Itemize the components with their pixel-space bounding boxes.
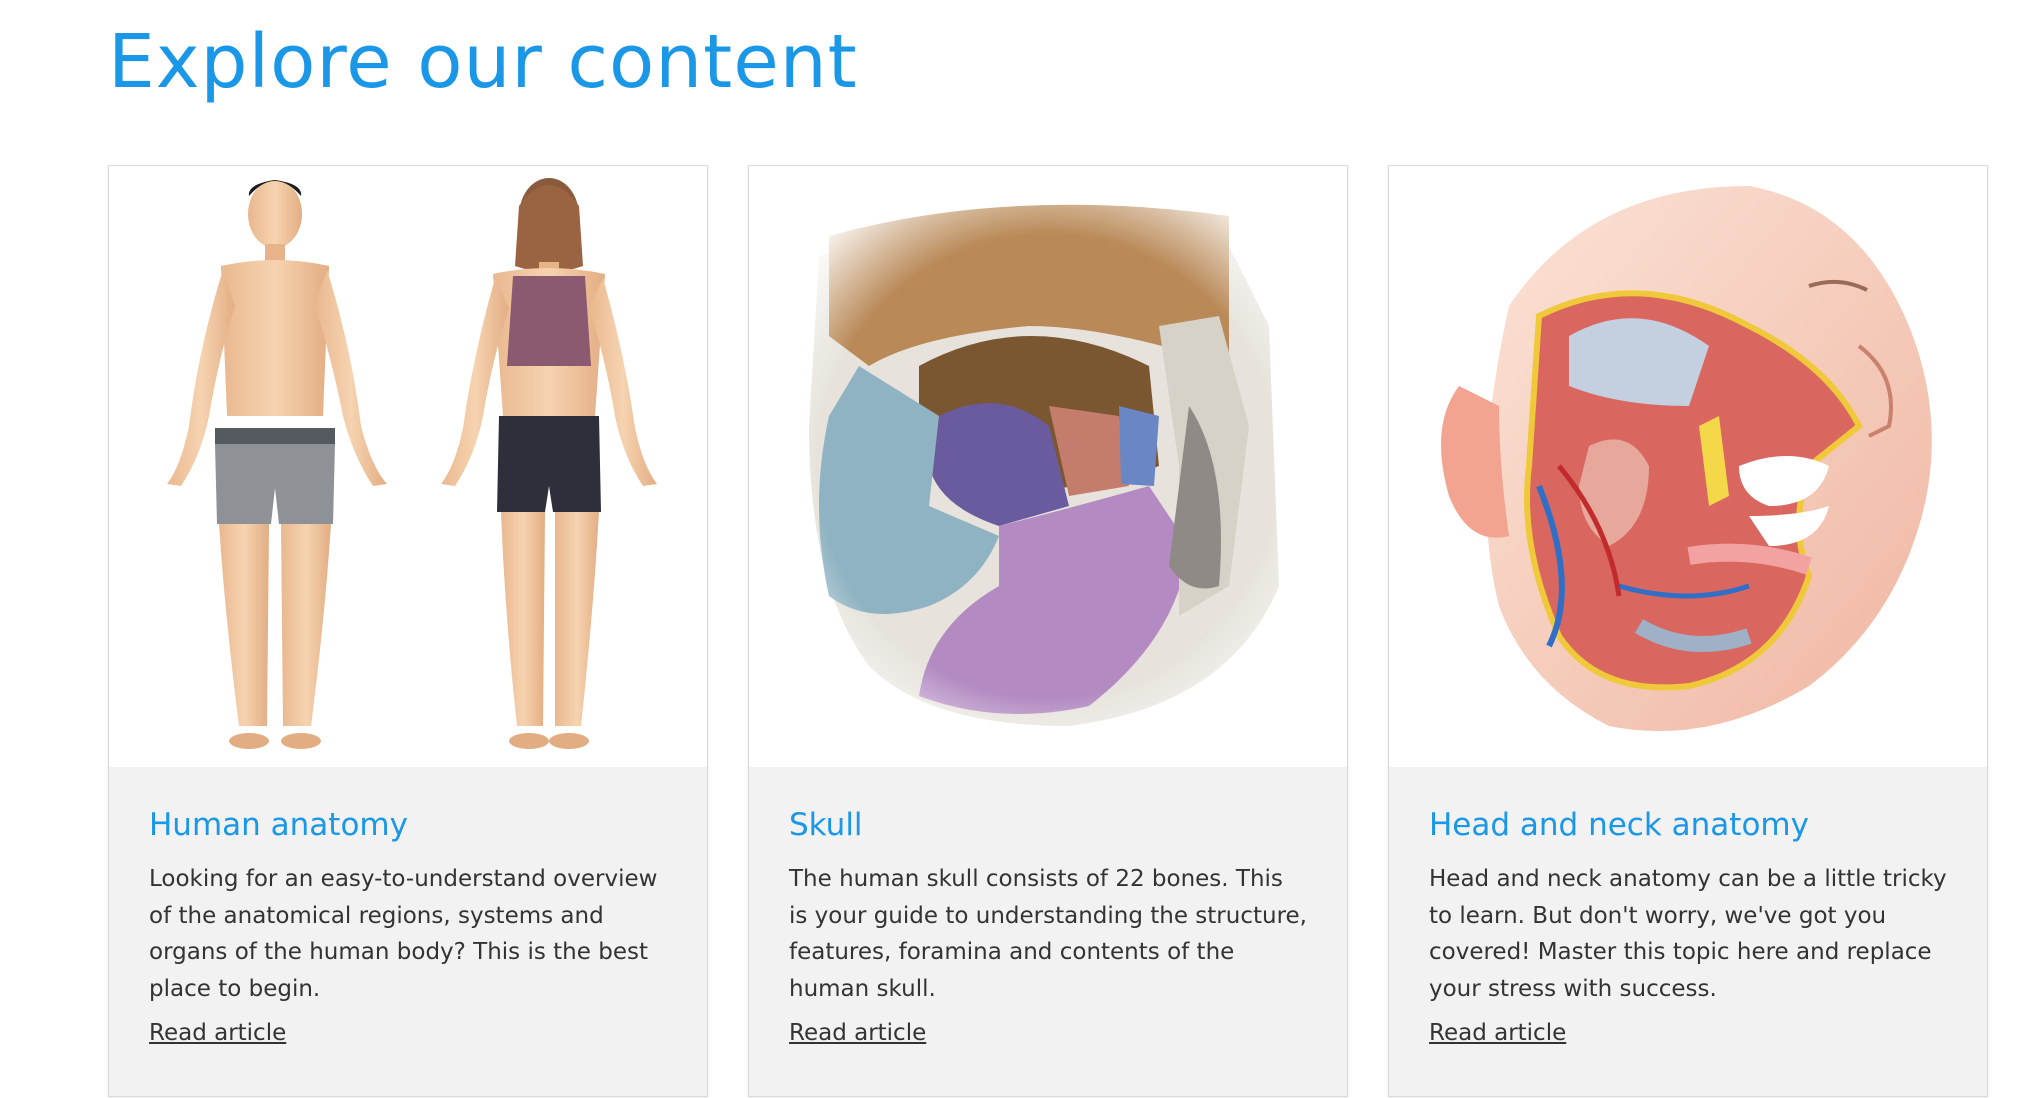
front-figure [167,180,387,749]
card-title[interactable]: Head and neck anatomy [1429,805,1947,845]
card-body: Head and neck anatomy Head and neck anat… [1389,767,1987,1096]
card-description: Head and neck anatomy can be a little tr… [1429,866,1947,1002]
content-card-head-and-neck[interactable]: Head and neck anatomy Head and neck anat… [1388,165,1988,1097]
human-anatomy-illustration[interactable] [109,166,707,767]
card-description: Looking for an easy-to-understand overvi… [149,866,658,1002]
card-title[interactable]: Human anatomy [149,805,667,845]
card-body: Skull The human skull consists of 22 bon… [749,767,1347,1096]
card-description: The human skull consists of 22 bones. Th… [789,866,1307,1002]
content-card-human-anatomy[interactable]: Human anatomy Looking for an easy-to-und… [108,165,708,1097]
skull-illustration[interactable] [749,166,1347,767]
read-article-link[interactable]: Read article [789,1015,926,1051]
card-body: Human anatomy Looking for an easy-to-und… [109,767,707,1096]
head-and-neck-illustration[interactable] [1389,166,1987,767]
back-figure [441,178,657,749]
page: Explore our content Human anatomy Lookin… [0,0,2036,1098]
read-article-link[interactable]: Read article [1429,1015,1566,1051]
content-card-skull[interactable]: Skull The human skull consists of 22 bon… [748,165,1348,1097]
card-title[interactable]: Skull [789,805,1307,845]
page-title: Explore our content [108,19,858,105]
read-article-link[interactable]: Read article [149,1015,286,1051]
